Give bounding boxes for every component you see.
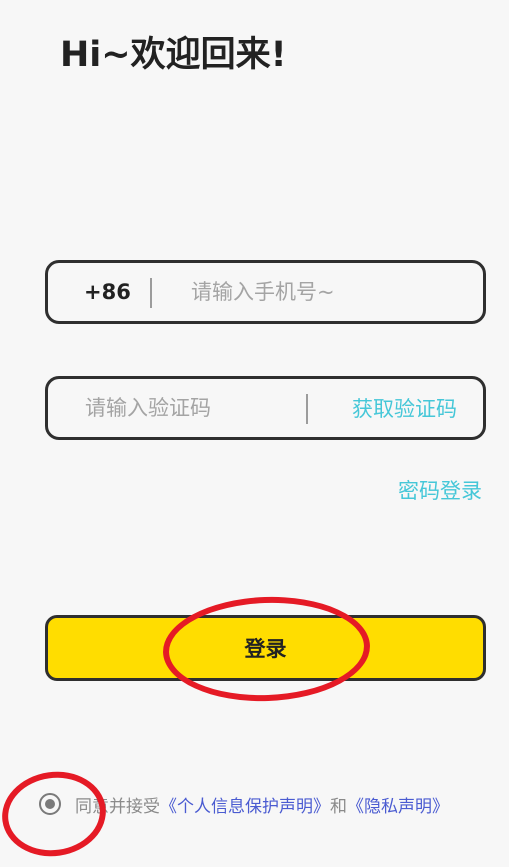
agreement-text: 同意并接受 [75, 796, 160, 817]
privacy-policy-link[interactable]: 《隐私声明》 [347, 792, 449, 817]
phone-input[interactable] [191, 263, 471, 321]
login-page: Hi~欢迎回来! +86 获取验证码 密码登录 登录 同意并接受 《个人信息保护… [0, 0, 509, 867]
phone-input-group: +86 [45, 260, 486, 324]
agreement-row: 同意并接受 《个人信息保护声明》 和 《隐私声明》 [39, 790, 449, 818]
code-divider [306, 394, 308, 424]
login-button[interactable]: 登录 [45, 615, 486, 681]
personal-info-policy-link[interactable]: 《个人信息保护声明》 [160, 792, 330, 817]
page-title: Hi~欢迎回来! [60, 35, 287, 75]
get-code-button[interactable]: 获取验证码 [352, 379, 457, 437]
agreement-conjunction: 和 [330, 796, 347, 817]
verification-code-input[interactable] [85, 379, 295, 437]
password-login-link[interactable]: 密码登录 [398, 475, 482, 505]
country-code-prefix[interactable]: +86 [84, 263, 131, 321]
code-input-group: 获取验证码 [45, 376, 486, 440]
phone-divider [150, 278, 152, 308]
agreement-radio[interactable] [39, 793, 61, 815]
